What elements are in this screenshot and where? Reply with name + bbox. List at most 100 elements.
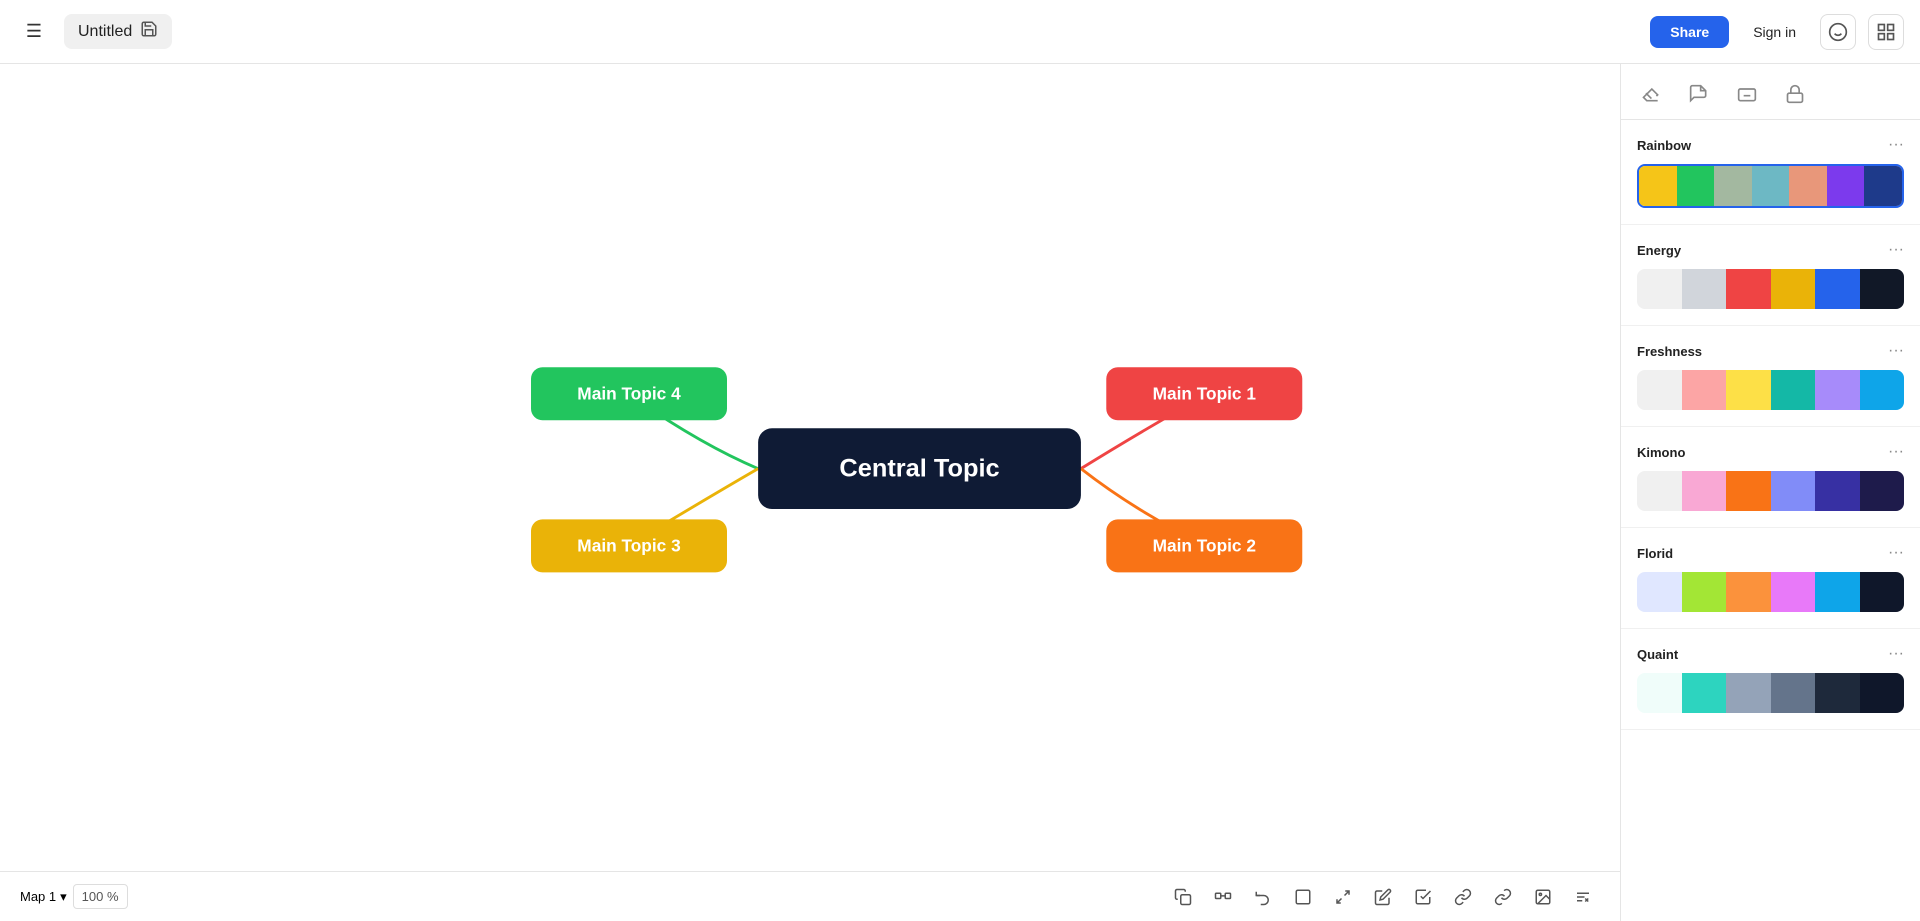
chain-tool[interactable] <box>1486 880 1520 914</box>
tab-lock[interactable] <box>1781 76 1809 119</box>
menu-button[interactable]: ☰ <box>16 14 52 50</box>
color-swatch-3-1[interactable] <box>1682 471 1727 511</box>
color-swatch-1-3[interactable] <box>1771 269 1816 309</box>
layout-button[interactable] <box>1868 14 1904 50</box>
color-swatch-5-1[interactable] <box>1682 673 1727 713</box>
palette-title-1: Energy <box>1637 243 1681 258</box>
color-swatch-0-4[interactable] <box>1789 166 1827 206</box>
color-swatch-3-5[interactable] <box>1860 471 1905 511</box>
color-swatch-0-0[interactable] <box>1639 166 1677 206</box>
palette-section-quaint: Quaint ··· <box>1621 629 1920 730</box>
color-swatch-2-0[interactable] <box>1637 370 1682 410</box>
palette-section-florid: Florid ··· <box>1621 528 1920 629</box>
check-tool[interactable] <box>1406 880 1440 914</box>
note-tool[interactable] <box>1366 880 1400 914</box>
color-swatch-1-2[interactable] <box>1726 269 1771 309</box>
mindmap-svg: Central Topic Main Topic 4 Main Topic 1 … <box>0 64 1620 871</box>
tab-shortcut[interactable] <box>1733 76 1761 119</box>
undo-tool[interactable] <box>1246 880 1280 914</box>
color-swatch-1-1[interactable] <box>1682 269 1727 309</box>
color-palette-1[interactable] <box>1637 269 1904 309</box>
header: ☰ Untitled Share Sign in <box>0 0 1920 64</box>
palette-more-0[interactable]: ··· <box>1888 136 1904 154</box>
palette-section-kimono: Kimono··· <box>1621 427 1920 528</box>
color-swatch-2-4[interactable] <box>1815 370 1860 410</box>
bottom-center <box>1166 880 1600 914</box>
header-left: ☰ Untitled <box>16 14 172 50</box>
expand-tool[interactable] <box>1326 880 1360 914</box>
color-swatch-4-5[interactable] <box>1860 572 1905 612</box>
color-swatch-0-6[interactable] <box>1864 166 1902 206</box>
frame-tool[interactable] <box>1286 880 1320 914</box>
palette-more-1[interactable]: ··· <box>1888 241 1904 259</box>
title-area: Untitled <box>64 14 172 49</box>
palette-more-5[interactable]: ··· <box>1888 645 1904 663</box>
copy-tool[interactable] <box>1166 880 1200 914</box>
palette-more-3[interactable]: ··· <box>1888 443 1904 461</box>
tab-sticky[interactable] <box>1685 76 1713 119</box>
color-swatch-4-1[interactable] <box>1682 572 1727 612</box>
palette-header-2: Freshness··· <box>1637 342 1904 360</box>
bottom-left: Map 1 ▾ 100 % <box>20 884 128 909</box>
map-label: Map 1 <box>20 889 56 904</box>
color-swatch-3-4[interactable] <box>1815 471 1860 511</box>
tab-eraser[interactable] <box>1637 76 1665 119</box>
mindmap[interactable]: Central Topic Main Topic 4 Main Topic 1 … <box>0 64 1620 871</box>
topic4-label: Main Topic 4 <box>577 383 681 403</box>
signin-button[interactable]: Sign in <box>1741 16 1808 48</box>
map-selector[interactable]: Map 1 ▾ <box>20 889 67 905</box>
bottom-toolbar: Map 1 ▾ 100 % <box>0 871 1620 921</box>
color-swatch-1-5[interactable] <box>1860 269 1905 309</box>
color-swatch-5-4[interactable] <box>1815 673 1860 713</box>
color-swatch-2-5[interactable] <box>1860 370 1905 410</box>
emoji-button[interactable] <box>1820 14 1856 50</box>
palette-title-5: Quaint <box>1637 647 1678 662</box>
color-swatch-4-2[interactable] <box>1726 572 1771 612</box>
topic3-label: Main Topic 3 <box>577 536 680 556</box>
link-tool[interactable] <box>1446 880 1480 914</box>
color-swatch-2-3[interactable] <box>1771 370 1816 410</box>
color-swatch-3-2[interactable] <box>1726 471 1771 511</box>
topic2-label: Main Topic 2 <box>1153 536 1256 556</box>
color-swatch-5-3[interactable] <box>1771 673 1816 713</box>
document-title: Untitled <box>78 23 132 41</box>
color-palette-4[interactable] <box>1637 572 1904 612</box>
color-swatch-0-1[interactable] <box>1677 166 1715 206</box>
color-swatch-1-4[interactable] <box>1815 269 1860 309</box>
color-swatch-5-0[interactable] <box>1637 673 1682 713</box>
color-swatch-4-0[interactable] <box>1637 572 1682 612</box>
color-swatch-1-0[interactable] <box>1637 269 1682 309</box>
palette-header-1: Energy ··· <box>1637 241 1904 259</box>
color-swatch-0-3[interactable] <box>1752 166 1790 206</box>
palette-title-4: Florid <box>1637 546 1673 561</box>
color-palette-2[interactable] <box>1637 370 1904 410</box>
formula-tool[interactable] <box>1566 880 1600 914</box>
palette-section-rainbow: Rainbow··· <box>1621 120 1920 225</box>
header-right: Share Sign in <box>1650 14 1904 50</box>
color-swatch-2-2[interactable] <box>1726 370 1771 410</box>
panel-tabs <box>1621 64 1920 120</box>
color-swatch-4-4[interactable] <box>1815 572 1860 612</box>
group-tool[interactable] <box>1206 880 1240 914</box>
color-swatch-0-2[interactable] <box>1714 166 1752 206</box>
color-swatch-3-0[interactable] <box>1637 471 1682 511</box>
canvas-area[interactable]: Central Topic Main Topic 4 Main Topic 1 … <box>0 64 1620 871</box>
color-swatch-5-5[interactable] <box>1860 673 1905 713</box>
color-palette-5[interactable] <box>1637 673 1904 713</box>
color-palette-3[interactable] <box>1637 471 1904 511</box>
color-swatch-5-2[interactable] <box>1726 673 1771 713</box>
color-swatch-3-3[interactable] <box>1771 471 1816 511</box>
color-swatch-0-5[interactable] <box>1827 166 1865 206</box>
share-button[interactable]: Share <box>1650 16 1729 48</box>
palette-header-3: Kimono··· <box>1637 443 1904 461</box>
palette-section-freshness: Freshness··· <box>1621 326 1920 427</box>
color-palette-0[interactable] <box>1637 164 1904 208</box>
image-tool[interactable] <box>1526 880 1560 914</box>
dropdown-icon: ▾ <box>60 889 67 905</box>
palette-more-4[interactable]: ··· <box>1888 544 1904 562</box>
palette-more-2[interactable]: ··· <box>1888 342 1904 360</box>
palette-section-energy: Energy ··· <box>1621 225 1920 326</box>
save-icon[interactable] <box>140 20 158 43</box>
color-swatch-4-3[interactable] <box>1771 572 1816 612</box>
color-swatch-2-1[interactable] <box>1682 370 1727 410</box>
